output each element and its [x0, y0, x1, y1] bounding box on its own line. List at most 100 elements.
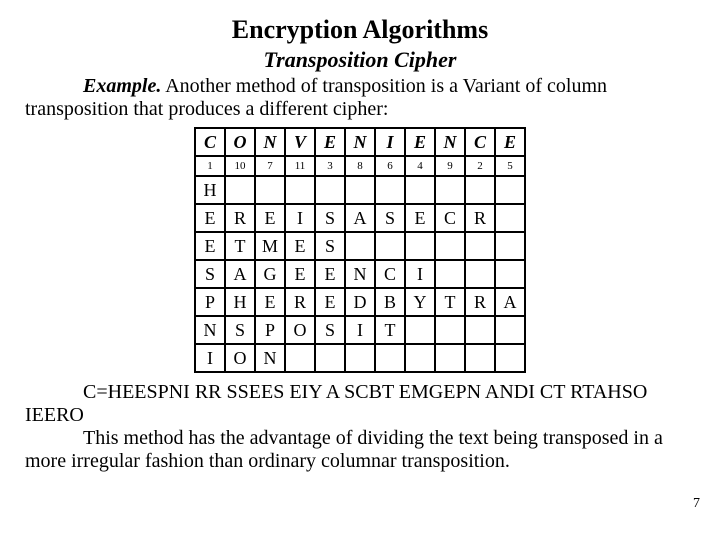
table-cell: T	[435, 288, 465, 316]
table-cell: E	[255, 204, 285, 232]
table-cell	[465, 232, 495, 260]
cipher-output: C=HEESPNI RR SSEES EIY A SCBT EMGEPN AND…	[25, 381, 647, 426]
table-row: ETMES	[195, 232, 525, 260]
table-row: PHEREDBYTRA	[195, 288, 525, 316]
table-cell	[405, 344, 435, 372]
table-cell: R	[225, 204, 255, 232]
key-cell: C	[195, 128, 225, 156]
table-cell: N	[255, 344, 285, 372]
table-cell	[495, 260, 525, 288]
table-cell: E	[285, 260, 315, 288]
conclusion-text: This method has the advantage of dividin…	[25, 427, 663, 472]
table-cell	[345, 232, 375, 260]
table-cell: E	[255, 288, 285, 316]
table-cell	[375, 344, 405, 372]
table-cell: I	[345, 316, 375, 344]
table-cell: A	[495, 288, 525, 316]
table-row: SAGEENCI	[195, 260, 525, 288]
table-cell: N	[195, 316, 225, 344]
num-cell: 6	[375, 156, 405, 176]
table-cell	[405, 232, 435, 260]
page-number: 7	[693, 496, 700, 512]
key-cell: C	[465, 128, 495, 156]
key-cell: N	[435, 128, 465, 156]
key-cell: N	[345, 128, 375, 156]
table-cell	[495, 344, 525, 372]
table-cell	[405, 176, 435, 204]
table-cell: T	[375, 316, 405, 344]
table-cell: I	[195, 344, 225, 372]
table-cell: O	[225, 344, 255, 372]
table-cell: R	[285, 288, 315, 316]
table-cell	[495, 204, 525, 232]
table-cell	[435, 316, 465, 344]
num-cell: 1	[195, 156, 225, 176]
table-cell: P	[255, 316, 285, 344]
table-cell: G	[255, 260, 285, 288]
table-cell: Y	[405, 288, 435, 316]
table-row: ION	[195, 344, 525, 372]
table-cell: E	[195, 204, 225, 232]
table-cell: A	[225, 260, 255, 288]
num-cell: 8	[345, 156, 375, 176]
table-cell: N	[345, 260, 375, 288]
num-cell: 10	[225, 156, 255, 176]
num-cell: 9	[435, 156, 465, 176]
table-cell	[345, 176, 375, 204]
num-cell: 5	[495, 156, 525, 176]
table-cell: R	[465, 204, 495, 232]
key-cell: E	[495, 128, 525, 156]
cipher-table: C O N V E N I E N C E 1 10 7 11 3 8 6 4 …	[194, 127, 526, 373]
key-cell: N	[255, 128, 285, 156]
num-cell: 2	[465, 156, 495, 176]
table-cell	[495, 232, 525, 260]
table-cell	[495, 176, 525, 204]
table-cell	[465, 344, 495, 372]
table-cell: A	[345, 204, 375, 232]
table-row: EREISASECR	[195, 204, 525, 232]
table-cell	[315, 344, 345, 372]
table-cell: T	[225, 232, 255, 260]
num-cell: 7	[255, 156, 285, 176]
table-cell	[435, 260, 465, 288]
cipher-table-wrap: C O N V E N I E N C E 1 10 7 11 3 8 6 4 …	[25, 127, 695, 373]
table-cell: C	[435, 204, 465, 232]
table-cell: I	[405, 260, 435, 288]
key-cell: V	[285, 128, 315, 156]
table-cell: R	[465, 288, 495, 316]
table-cell	[405, 316, 435, 344]
table-cell	[375, 176, 405, 204]
table-cell: S	[315, 204, 345, 232]
table-cell: S	[225, 316, 255, 344]
page-subtitle: Transposition Cipher	[25, 47, 695, 73]
example-label: Example.	[83, 75, 161, 97]
table-cell	[435, 176, 465, 204]
table-cell: E	[285, 232, 315, 260]
table-cell	[225, 176, 255, 204]
table-cell: E	[315, 260, 345, 288]
num-cell: 4	[405, 156, 435, 176]
num-cell: 3	[315, 156, 345, 176]
page-title: Encryption Algorithms	[25, 15, 695, 45]
intro-paragraph: Example. Another method of transposition…	[25, 75, 695, 121]
table-cell	[345, 344, 375, 372]
table-cell: E	[315, 288, 345, 316]
key-row: C O N V E N I E N C E	[195, 128, 525, 156]
table-cell	[465, 316, 495, 344]
table-cell: S	[315, 232, 345, 260]
table-cell: O	[285, 316, 315, 344]
table-cell: S	[195, 260, 225, 288]
number-row: 1 10 7 11 3 8 6 4 9 2 5	[195, 156, 525, 176]
table-cell	[315, 176, 345, 204]
table-cell	[375, 232, 405, 260]
table-cell: H	[225, 288, 255, 316]
table-cell	[255, 176, 285, 204]
table-row: NSPOSIT	[195, 316, 525, 344]
key-cell: I	[375, 128, 405, 156]
table-cell	[435, 344, 465, 372]
table-cell: S	[375, 204, 405, 232]
table-cell: I	[285, 204, 315, 232]
num-cell: 11	[285, 156, 315, 176]
table-row: H	[195, 176, 525, 204]
key-cell: E	[315, 128, 345, 156]
